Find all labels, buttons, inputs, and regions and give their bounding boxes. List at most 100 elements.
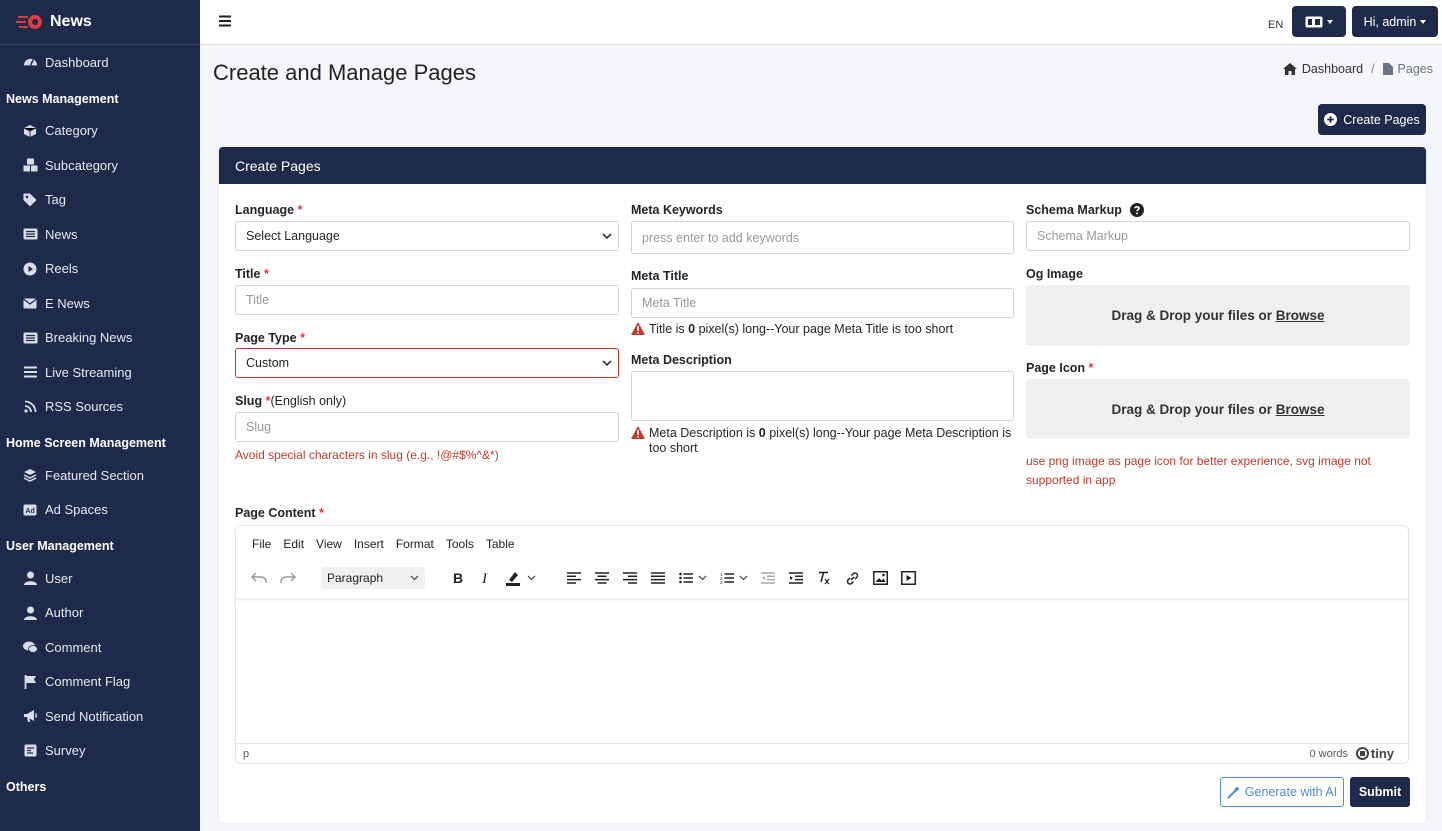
chevron-down-icon: [602, 360, 612, 366]
sidebar-item-label: Live Streaming: [45, 364, 132, 380]
align-right-icon[interactable]: [619, 567, 641, 589]
chevron-down-icon[interactable]: [524, 567, 538, 589]
outdent-icon[interactable]: [757, 567, 779, 589]
language-select-value: Select Language: [246, 229, 340, 243]
chevron-down-icon: [1420, 19, 1427, 24]
rss-icon: [22, 399, 38, 415]
redo-icon[interactable]: [277, 567, 299, 589]
element-path[interactable]: p: [243, 748, 249, 760]
flag-icon: [22, 674, 38, 690]
create-pages-card: Create Pages Language * Select Language …: [219, 147, 1426, 823]
block-format-select[interactable]: Paragraph: [321, 567, 425, 589]
sidebar-item-tag[interactable]: Tag: [0, 183, 200, 218]
og-image-browse-link[interactable]: Browse: [1276, 308, 1325, 323]
sidebar-item-subcategory[interactable]: Subcategory: [0, 148, 200, 183]
sidebar-item-label: Dashboard: [45, 54, 109, 70]
word-count[interactable]: 0 words: [1309, 748, 1348, 760]
sidebar-item-comment-flag[interactable]: Comment Flag: [0, 665, 200, 700]
link-icon[interactable]: [841, 567, 863, 589]
title-input[interactable]: Title: [235, 285, 619, 315]
align-justify-icon[interactable]: [647, 567, 669, 589]
sidebar-item-label: Survey: [45, 743, 86, 759]
menu-insert[interactable]: Insert: [354, 537, 384, 551]
sidebar-item-label: News: [45, 226, 78, 242]
chevron-down-icon[interactable]: [695, 567, 709, 589]
italic-icon[interactable]: I: [475, 567, 497, 589]
title-label: Title *: [235, 267, 269, 281]
slug-input[interactable]: Slug: [235, 412, 619, 442]
chevron-down-icon: [1327, 19, 1333, 24]
breadcrumb-current: Pages: [1397, 62, 1433, 76]
hamburger-icon[interactable]: [219, 15, 231, 27]
og-image-dropzone[interactable]: Drag & Drop your files or Browse: [1026, 285, 1410, 346]
sidebar-item-news[interactable]: News: [0, 217, 200, 252]
align-left-icon[interactable]: [563, 567, 585, 589]
og-image-drop-text: Drag & Drop your files or: [1111, 308, 1272, 323]
image-icon[interactable]: [869, 567, 891, 589]
sidebar-item-featured-section[interactable]: Featured Section: [0, 458, 200, 493]
sidebar-item-author[interactable]: Author: [0, 596, 200, 631]
align-center-icon[interactable]: [591, 567, 613, 589]
brand[interactable]: News: [0, 0, 200, 45]
page-icon-browse-link[interactable]: Browse: [1276, 402, 1325, 417]
page-type-select[interactable]: Custom: [235, 348, 619, 378]
sidebar-item-comment[interactable]: Comment: [0, 630, 200, 665]
menu-table[interactable]: Table: [486, 537, 515, 551]
page-icon-label: Page Icon *: [1026, 361, 1094, 375]
submit-button[interactable]: Submit: [1350, 777, 1410, 807]
magic-wand-icon: [1227, 785, 1241, 799]
language-select[interactable]: Select Language: [235, 221, 619, 251]
sidebar-item-label: E News: [45, 295, 90, 311]
sidebar-item-user[interactable]: User: [0, 561, 200, 596]
comments-icon: [22, 639, 38, 655]
menu-tools[interactable]: Tools: [446, 537, 474, 551]
sidebar-item-ad-spaces[interactable]: Ad Ad Spaces: [0, 493, 200, 528]
sidebar-item-rss-sources[interactable]: RSS Sources: [0, 390, 200, 425]
meta-title-input[interactable]: Meta Title: [631, 288, 1014, 318]
sidebar-item-dashboard[interactable]: Dashboard: [0, 45, 200, 80]
language-switch-button[interactable]: [1292, 6, 1346, 37]
page-icon-dropzone[interactable]: Drag & Drop your files or Browse: [1026, 379, 1410, 439]
tiny-brand[interactable]: tiny: [1355, 746, 1394, 761]
sidebar-item-breaking-news[interactable]: Breaking News: [0, 321, 200, 356]
highlight-color-icon[interactable]: [503, 567, 525, 589]
help-icon[interactable]: [1129, 203, 1144, 217]
sidebar-item-survey[interactable]: Survey: [0, 734, 200, 769]
menu-file[interactable]: File: [252, 537, 271, 551]
clear-formatting-icon[interactable]: [813, 567, 835, 589]
menu-format[interactable]: Format: [396, 537, 434, 551]
indent-icon[interactable]: [785, 567, 807, 589]
sidebar-item-send-notification[interactable]: Send Notification: [0, 699, 200, 734]
meta-description-textarea[interactable]: [631, 371, 1014, 421]
sidebar-item-label: Send Notification: [45, 708, 144, 724]
media-icon[interactable]: [897, 567, 919, 589]
home-icon: [1282, 63, 1297, 75]
sidebar-item-reels[interactable]: Reels: [0, 252, 200, 287]
sidebar-item-live-streaming[interactable]: Live Streaming: [0, 355, 200, 390]
menu-view[interactable]: View: [316, 537, 342, 551]
undo-icon[interactable]: [248, 567, 270, 589]
bullet-list-icon[interactable]: [675, 567, 697, 589]
sidebar-item-label: Comment: [45, 639, 102, 655]
numbered-list-icon[interactable]: 123: [716, 567, 738, 589]
tiny-brand-label: tiny: [1370, 746, 1394, 761]
sidebar-item-e-news[interactable]: E News: [0, 286, 200, 321]
chevron-down-icon[interactable]: [736, 567, 750, 589]
bold-icon[interactable]: B: [447, 567, 469, 589]
page-content-label: Page Content *: [235, 506, 324, 520]
tag-icon: [22, 192, 38, 208]
sidebar-item-category[interactable]: Category: [0, 114, 200, 149]
breadcrumb-dashboard-link[interactable]: Dashboard: [1302, 62, 1363, 76]
generate-with-ai-label: Generate with AI: [1244, 785, 1338, 799]
newspaper-icon: [22, 226, 38, 242]
editor-content-area[interactable]: [236, 598, 1408, 744]
meta-keywords-input[interactable]: press enter to add keywords: [631, 221, 1014, 254]
schema-markup-input[interactable]: Schema Markup: [1026, 221, 1410, 251]
generate-with-ai-button[interactable]: Generate with AI: [1220, 777, 1344, 807]
create-pages-button[interactable]: Create Pages: [1318, 104, 1426, 135]
user-menu-button[interactable]: Hi, admin: [1352, 6, 1438, 37]
sidebar-item-label: Subcategory: [45, 157, 118, 173]
sidebar-item-label: Reels: [45, 261, 79, 277]
menu-edit[interactable]: Edit: [283, 537, 304, 551]
meta-title-warning: Title is 0 pixel(s) long--Your page Meta…: [631, 322, 1014, 337]
